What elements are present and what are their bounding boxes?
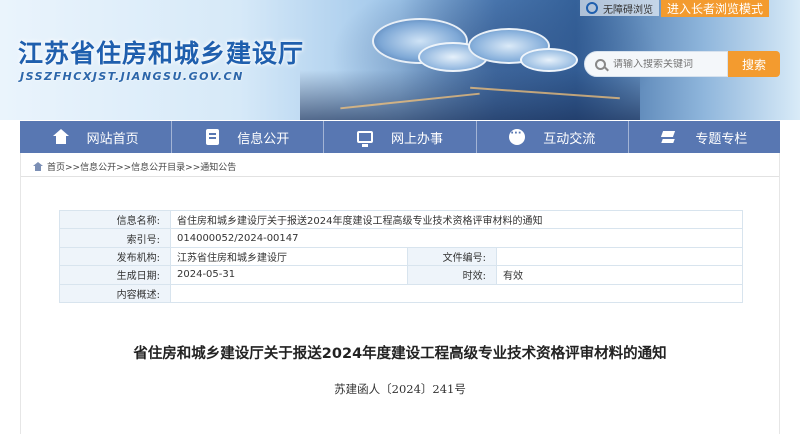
publisher-value: 江苏省住房和城乡建设厅 <box>170 246 408 267</box>
site-title[interactable]: 江苏省住房和城乡建设厅 <box>18 34 304 70</box>
home-icon <box>33 162 43 171</box>
file-number-label: 文件编号: <box>407 246 497 267</box>
nav-item-label: 互动交流 <box>543 131 596 147</box>
info-name-label: 信息名称: <box>59 209 171 230</box>
chat-icon <box>509 128 526 145</box>
divider <box>21 176 779 177</box>
table-row: 信息名称: 省住房和城乡建设厅关于报送2024年度建设工程高级专业技术资格评审材… <box>59 209 743 230</box>
table-row: 生成日期: 2024-05-31 时效: 有效 <box>59 265 743 285</box>
search-icon <box>595 58 606 70</box>
nav-item-label: 网站首页 <box>86 131 139 147</box>
file-number-value <box>496 246 743 267</box>
document-icon <box>206 129 220 145</box>
elder-mode-button[interactable]: 进入长者浏览模式 <box>661 0 770 17</box>
accessible-browse-label: 无障碍浏览 <box>603 4 653 16</box>
page-title: 省住房和城乡建设厅关于报送2024年度建设工程高级专业技术资格评审材料的通知 <box>133 346 667 362</box>
validity-label: 时效: <box>407 265 497 285</box>
summary-value <box>170 283 743 303</box>
top-links: 无障碍浏览 进入长者浏览模式 <box>580 0 770 17</box>
nav-item-special-topics[interactable]: 专题专栏 <box>629 121 780 153</box>
publisher-label: 发布机构: <box>59 246 171 267</box>
date-value: 2024-05-31 <box>170 265 408 285</box>
index-number-value: 014000052/2024-00147 <box>170 228 743 248</box>
info-name-value: 省住房和城乡建设厅关于报送2024年度建设工程高级专业技术资格评审材料的通知 <box>170 209 743 230</box>
wheelchair-icon <box>586 2 598 14</box>
main-nav: 网站首页 信息公开 网上办事 互动交流 专题专栏 <box>20 121 780 153</box>
index-number-label: 索引号: <box>59 228 171 248</box>
layers-icon <box>661 129 677 145</box>
table-row: 索引号: 014000052/2024-00147 <box>59 228 743 248</box>
document-number: 苏建函人〔2024〕241号 <box>334 382 466 396</box>
nav-item-label: 信息公开 <box>237 131 290 147</box>
date-label: 生成日期: <box>59 265 171 285</box>
table-row: 内容概述: <box>59 283 743 303</box>
info-metadata-table: 信息名称: 省住房和城乡建设厅关于报送2024年度建设工程高级专业技术资格评审材… <box>59 209 743 303</box>
search-input[interactable] <box>613 58 713 70</box>
nav-item-info-disclosure[interactable]: 信息公开 <box>172 121 325 153</box>
validity-value: 有效 <box>496 265 743 285</box>
content-area: 首页>>信息公开>>信息公开目录>>通知公告 信息名称: 省住房和城乡建设厅关于… <box>20 153 780 434</box>
nav-item-online-service[interactable]: 网上办事 <box>324 121 477 153</box>
home-icon <box>52 129 69 145</box>
search-button[interactable]: 搜索 <box>728 51 780 77</box>
summary-label: 内容概述: <box>59 283 171 303</box>
monitor-icon <box>357 131 373 147</box>
accessible-browse-link[interactable]: 无障碍浏览 <box>580 0 659 16</box>
banner-stadium-image <box>520 48 578 72</box>
nav-item-label: 专题专栏 <box>695 131 748 147</box>
site-domain: JSSZFHCXJST.JIANGSU.GOV.CN <box>20 70 244 83</box>
breadcrumb-text[interactable]: 首页>>信息公开>>信息公开目录>>通知公告 <box>47 160 236 173</box>
breadcrumb: 首页>>信息公开>>信息公开目录>>通知公告 <box>33 160 236 173</box>
nav-item-interaction[interactable]: 互动交流 <box>477 121 629 153</box>
header-banner: 江苏省住房和城乡建设厅 JSSZFHCXJST.JIANGSU.GOV.CN 无… <box>0 0 800 120</box>
table-row: 发布机构: 江苏省住房和城乡建设厅 文件编号: <box>59 246 743 267</box>
nav-item-home[interactable]: 网站首页 <box>20 121 173 153</box>
search-box <box>584 51 728 77</box>
nav-item-label: 网上办事 <box>391 131 444 147</box>
